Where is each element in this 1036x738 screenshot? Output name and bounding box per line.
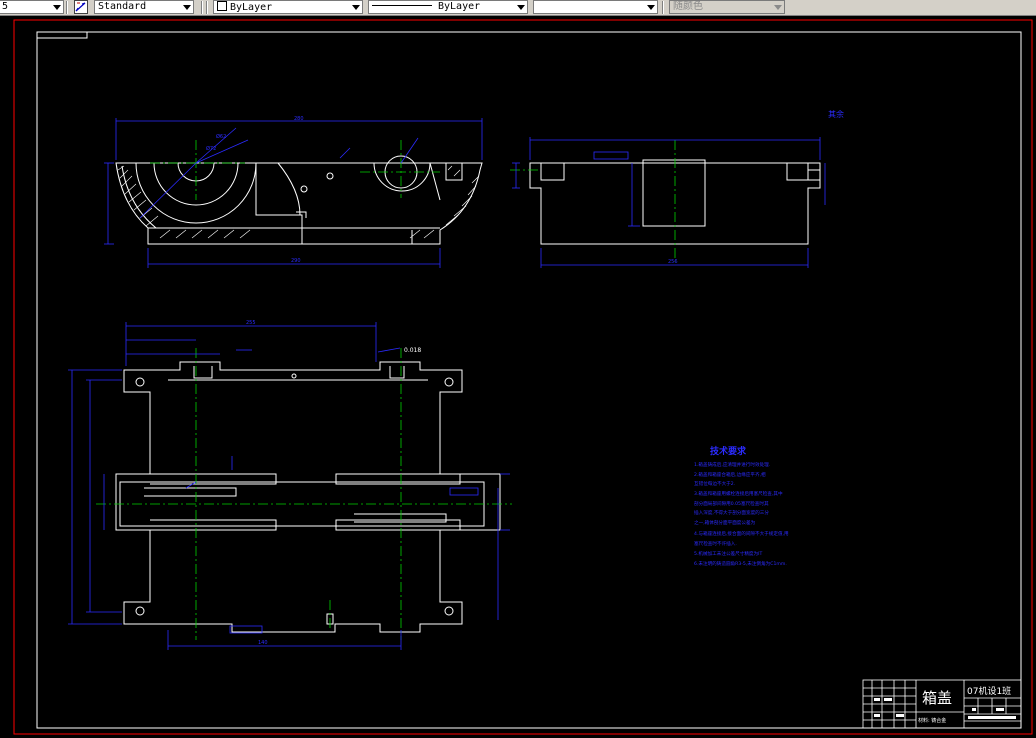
tech-note-9: 塞尺检查时不许插入. bbox=[694, 540, 737, 547]
tech-requirements-list: 1.箱盖铸成后,应清理并进行时效处理. 2.箱盖和箱座合箱后,边缘应平齐,相 互… bbox=[694, 461, 789, 567]
linetype-combo[interactable]: ByLayer bbox=[368, 0, 528, 14]
tech-requirements-title: 技术要求 bbox=[710, 445, 747, 457]
text-height-value: 5 bbox=[2, 1, 9, 12]
plot-style-value: 随颜色 bbox=[673, 1, 703, 12]
front-view bbox=[115, 155, 483, 245]
linetype-sample-icon bbox=[372, 5, 432, 6]
plot-style-combo[interactable]: 随颜色 bbox=[669, 0, 785, 14]
chevron-down-icon bbox=[53, 5, 61, 10]
sheet-corner-tab bbox=[37, 32, 88, 39]
tech-note-8: 4.与箱座连接后,接合面的间隙不大于规定值,用 bbox=[694, 530, 789, 537]
front-base-dim: 290 bbox=[291, 258, 301, 264]
tech-note-11: 6.未注明的铸造圆角R3-5,未注倒角为C1mm. bbox=[694, 560, 787, 567]
tech-note-6: 插入深度,不得大于剖分面宽度的三分 bbox=[694, 509, 769, 516]
chevron-down-icon bbox=[183, 5, 191, 10]
chevron-down-icon bbox=[517, 5, 525, 10]
properties-toolbar: 5 Standard ByLayer ByLayer 随颜色 bbox=[0, 0, 1036, 16]
material-label: 材料: 铸合金 bbox=[918, 717, 946, 724]
tech-note-10: 5.机械加工未注公差尺寸精度为IT bbox=[694, 550, 762, 557]
chevron-down-icon bbox=[647, 5, 655, 10]
class-label: 07机设1班 bbox=[967, 685, 1011, 697]
lineweight-combo[interactable] bbox=[533, 0, 658, 14]
sheet-outer-frame bbox=[13, 19, 1033, 735]
plan-bottom-dim: 140 bbox=[258, 640, 268, 646]
chevron-down-icon bbox=[352, 5, 360, 10]
tech-note-7: 之一,箱体剖分面平面度公差为 bbox=[694, 519, 756, 526]
front-view-dimensions bbox=[104, 118, 483, 268]
plan-tolerance: 0.018 bbox=[404, 347, 421, 354]
toolbar-separator bbox=[662, 1, 664, 14]
toolbar-separator bbox=[201, 1, 203, 14]
front-width-dim: 280 bbox=[294, 116, 304, 122]
tech-note-5: 剖分面局部间隙用0.05塞尺检查时其 bbox=[694, 500, 769, 507]
dimension-style-icon[interactable] bbox=[74, 0, 88, 14]
toolbar-separator bbox=[66, 1, 68, 14]
tech-note-2: 2.箱盖和箱座合箱后,边缘应平齐,相 bbox=[694, 471, 766, 478]
chevron-down-icon bbox=[774, 5, 782, 10]
plan-length-dim: 255 bbox=[246, 320, 256, 326]
layer-color-swatch-icon bbox=[217, 1, 227, 11]
side-width-dim: 256 bbox=[668, 259, 678, 265]
toolbar-separator bbox=[206, 1, 208, 14]
part-name: 箱盖 bbox=[922, 689, 952, 707]
dimension-style-value: Standard bbox=[98, 1, 147, 12]
side-view-dimensions bbox=[512, 137, 826, 268]
linetype-value: ByLayer bbox=[438, 1, 481, 12]
layer-combo[interactable]: ByLayer bbox=[213, 0, 363, 14]
plan-view bbox=[115, 361, 501, 633]
drawing-canvas[interactable]: 280 290 Ø72 Ø62 256 其余 255 0.018 140 技术要… bbox=[0, 16, 1036, 738]
front-bore-dim: Ø72 bbox=[206, 145, 216, 152]
text-height-combo[interactable]: 5 bbox=[0, 0, 64, 14]
tech-note-1: 1.箱盖铸成后,应清理并进行时效处理. bbox=[694, 461, 770, 468]
tech-note-4: 3.箱盖和箱座用螺栓连接后用塞尺检查,其中 bbox=[694, 490, 783, 497]
dimension-style-combo[interactable]: Standard bbox=[94, 0, 194, 14]
roughness-note: 其余 bbox=[828, 109, 844, 119]
layer-value: ByLayer bbox=[230, 2, 273, 13]
plan-view-dimensions bbox=[68, 322, 510, 650]
tech-note-3: 互错位每边不大于2. bbox=[694, 480, 735, 487]
front-bore-dim-2: Ø62 bbox=[216, 133, 226, 140]
